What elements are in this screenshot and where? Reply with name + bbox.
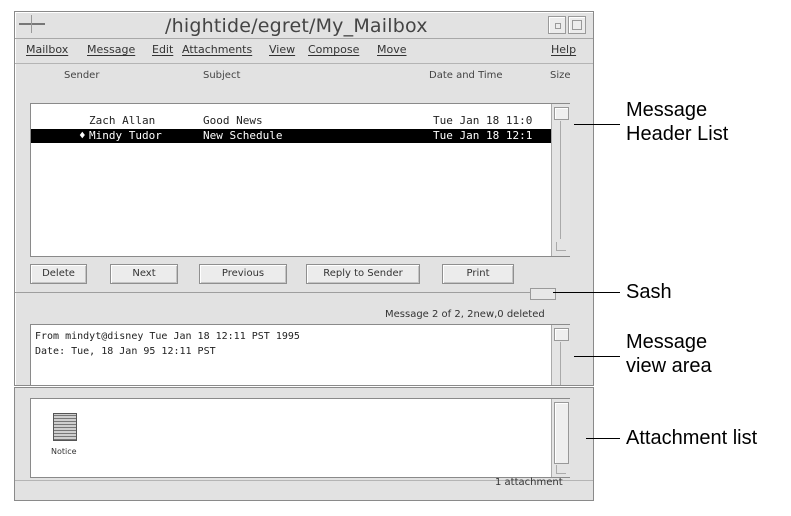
sash-handle[interactable] (530, 288, 556, 300)
minimize-icon[interactable] (548, 16, 566, 34)
column-header-subject[interactable]: Subject (203, 70, 240, 81)
scroll-thumb[interactable] (554, 328, 569, 341)
maximize-icon[interactable] (568, 16, 586, 34)
row-subject: New Schedule (203, 129, 283, 142)
reply-to-sender-button[interactable]: Reply to Sender (306, 264, 420, 284)
callout-text: Message (626, 99, 708, 121)
next-button[interactable]: Next (110, 264, 178, 284)
attachment-window: Notice 1 attachment (14, 387, 594, 501)
callout-line-view-area (574, 356, 620, 357)
column-header-sender[interactable]: Sender (64, 70, 99, 81)
menu-move[interactable]: Move (377, 43, 407, 56)
row-date: Tue Jan 18 12:1 (433, 129, 533, 142)
callout-line-sash (553, 292, 620, 293)
print-button[interactable]: Print (442, 264, 514, 284)
column-header-date[interactable]: Date and Time (429, 70, 503, 81)
callout-text: Header List (626, 123, 729, 145)
message-header-list[interactable]: Zach Allan Good News Tue Jan 18 11:0 ♦ M… (30, 103, 570, 257)
menu-bar: Mailbox Message Edit Attachments View Co… (15, 39, 593, 64)
callout-attachment-list: Attachment list (626, 427, 758, 449)
callout-sash: Sash (626, 281, 672, 303)
scroll-thumb[interactable] (554, 107, 569, 120)
callout-line-header-list (574, 124, 620, 125)
message-row-selected[interactable]: ♦ Mindy Tudor New Schedule Tue Jan 18 12… (31, 129, 551, 143)
callout-text: Message (626, 331, 708, 353)
message-from-line: From mindyt@disney Tue Jan 18 12:11 PST … (35, 331, 300, 342)
menu-view[interactable]: View (269, 43, 295, 56)
header-list-scrollbar[interactable] (551, 104, 570, 256)
mailbox-window: /hightide/egret/My_Mailbox Mailbox Messa… (14, 11, 594, 386)
document-icon[interactable] (53, 413, 77, 441)
menu-compose[interactable]: Compose (308, 43, 359, 56)
status-message-count: Message 2 of 2, 2new,0 deleted (385, 309, 545, 320)
message-date-line: Date: Tue, 18 Jan 95 12:11 PST (35, 346, 216, 357)
message-view-area[interactable]: From mindyt@disney Tue Jan 18 12:11 PST … (30, 324, 570, 385)
callout-header-list: Message Header List (626, 98, 728, 146)
menu-help[interactable]: Help (551, 43, 576, 56)
row-sender: Mindy Tudor (89, 129, 162, 142)
message-row[interactable]: Zach Allan Good News Tue Jan 18 11:0 (31, 114, 569, 128)
row-date: Tue Jan 18 11:0 (433, 114, 533, 127)
row-subject: Good News (203, 114, 263, 127)
previous-button[interactable]: Previous (199, 264, 287, 284)
row-marker: ♦ (79, 129, 86, 142)
callout-text: view area (626, 355, 712, 377)
attachment-list[interactable]: Notice (30, 398, 570, 478)
window-title: /hightide/egret/My_Mailbox (165, 15, 428, 37)
delete-button[interactable]: Delete (30, 264, 87, 284)
attachment-name: Notice (51, 447, 77, 456)
menu-attachments[interactable]: Attachments (182, 43, 252, 56)
menu-mailbox[interactable]: Mailbox (26, 43, 68, 56)
callout-view-area: Message view area (626, 330, 712, 378)
scroll-thumb[interactable] (554, 402, 569, 464)
window-menu-icon[interactable] (17, 14, 47, 34)
pane-divider (15, 292, 593, 293)
attachment-list-scrollbar[interactable] (551, 399, 570, 477)
row-sender: Zach Allan (89, 114, 156, 127)
column-header-size[interactable]: Size (550, 70, 571, 81)
attachment-count: 1 attachment (495, 477, 563, 488)
message-view-scrollbar[interactable] (551, 325, 570, 385)
callout-line-attachment-list (586, 438, 620, 439)
title-bar[interactable]: /hightide/egret/My_Mailbox (15, 12, 593, 39)
menu-edit[interactable]: Edit (152, 43, 173, 56)
menu-message[interactable]: Message (87, 43, 135, 56)
